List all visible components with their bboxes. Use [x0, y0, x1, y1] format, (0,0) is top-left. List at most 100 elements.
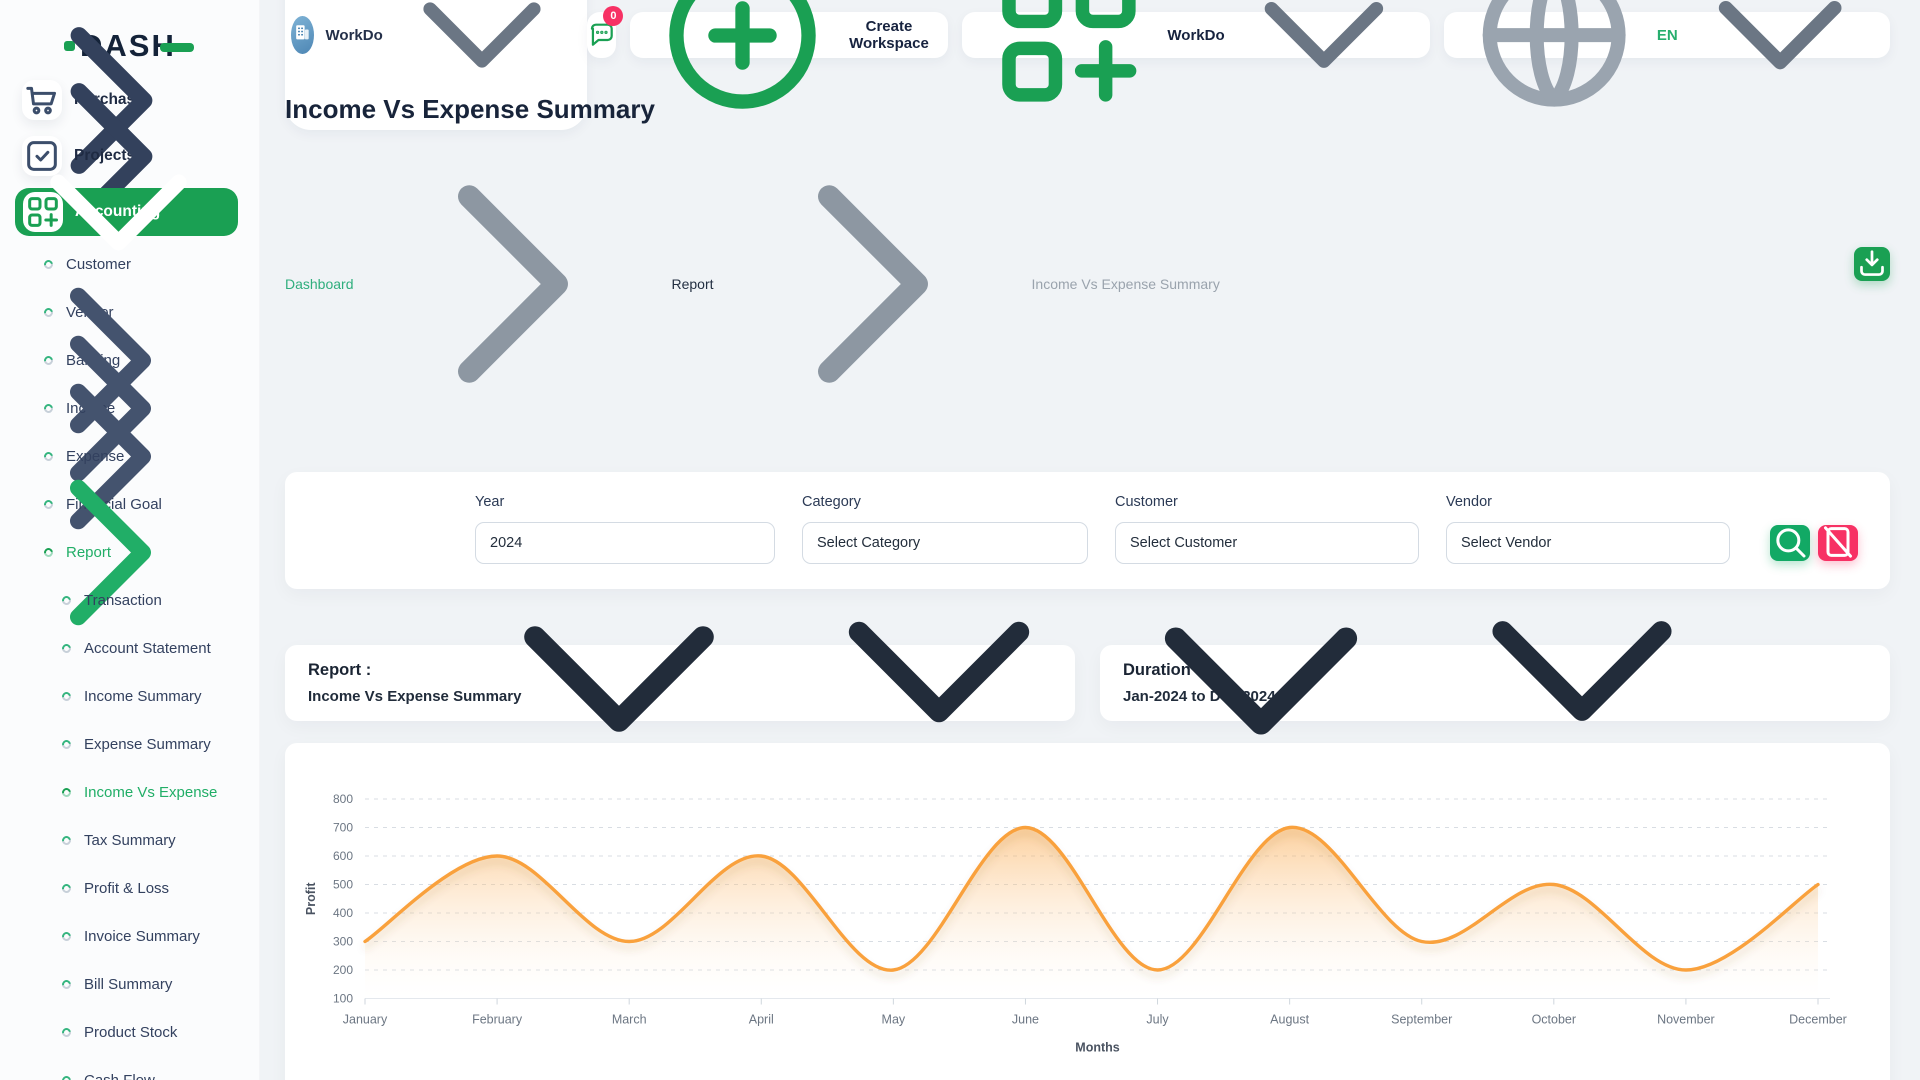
- sidebar-main-menu: PurchasesProjectsAccounting: [0, 72, 259, 236]
- language-selector[interactable]: EN: [1444, 12, 1890, 58]
- customer-select[interactable]: Select Customer: [1115, 522, 1419, 564]
- breadcrumb-dashboard[interactable]: Dashboard: [285, 276, 354, 292]
- svg-text:November: November: [1657, 1013, 1715, 1027]
- sidebar-item-label: Income Vs Expense: [84, 784, 217, 801]
- bullet-icon: [60, 690, 73, 703]
- sidebar-item-tax-summary[interactable]: Tax Summary: [0, 816, 259, 864]
- sidebar-item-report[interactable]: Report: [0, 528, 259, 576]
- svg-text:200: 200: [333, 963, 353, 977]
- sidebar-item-profit-loss[interactable]: Profit & Loss: [0, 864, 259, 912]
- reset-filter-button[interactable]: [1818, 525, 1858, 561]
- filter-buttons: [1770, 525, 1858, 561]
- breadcrumb-report[interactable]: Report: [672, 276, 714, 292]
- svg-text:400: 400: [333, 906, 353, 920]
- globe-icon: [1461, 0, 1647, 128]
- search-icon: [1770, 522, 1810, 565]
- duration-card-title: Duration :: [1123, 661, 1867, 680]
- svg-text:500: 500: [333, 878, 353, 892]
- sidebar-item-transaction[interactable]: Transaction: [0, 576, 259, 624]
- filter-field-category: CategorySelect Category: [802, 494, 1088, 564]
- sidebar-item-invoice-summary[interactable]: Invoice Summary: [0, 912, 259, 960]
- messages-badge: 0: [603, 6, 623, 26]
- svg-text:October: October: [1532, 1013, 1576, 1027]
- breadcrumb-separator-icon: [363, 134, 663, 434]
- sidebar-item-income-summary[interactable]: Income Summary: [0, 672, 259, 720]
- vendor-select[interactable]: Select Vendor: [1446, 522, 1730, 564]
- profit-area-chart: 100 200 300 400 500 600 700 800 January February M…: [295, 771, 1880, 1080]
- topbar-actions: 0 Create Workspace WorkDo EN: [587, 12, 1890, 58]
- filter-label-year: Year: [475, 494, 775, 510]
- filter-field-year: Year 2024: [475, 494, 775, 564]
- main-content: WorkDo 0 Create Workspace WorkDo EN: [260, 0, 1920, 1080]
- bullet-icon: [60, 930, 73, 943]
- sidebar-item-accounting[interactable]: Accounting: [15, 188, 238, 236]
- svg-text:100: 100: [333, 992, 353, 1006]
- filter-field-vendor: VendorSelect Vendor: [1446, 494, 1730, 564]
- duration-card-value: Jan-2024 to Dec-2024: [1123, 688, 1867, 705]
- svg-text:700: 700: [333, 821, 353, 835]
- select-wrap: Select Customer: [1115, 522, 1419, 564]
- sidebar-item-income-vs-expense[interactable]: Income Vs Expense: [0, 768, 259, 816]
- breadcrumb: Dashboard Report Income Vs Expense Summa…: [285, 134, 1220, 434]
- report-card-value: Income Vs Expense Summary: [308, 688, 1052, 705]
- sidebar-item-label: Product Stock: [84, 1024, 177, 1041]
- workspace-menu-label: WorkDo: [1167, 27, 1224, 44]
- svg-text:Months: Months: [1075, 1041, 1119, 1055]
- sidebar-item-label: Profit & Loss: [84, 880, 169, 897]
- sidebar-item-label: Income Summary: [84, 688, 202, 705]
- summary-cards: Report : Income Vs Expense Summary Durat…: [285, 645, 1890, 721]
- sidebar-item-label: Cash Flow: [84, 1072, 155, 1080]
- svg-text:December: December: [1789, 1013, 1847, 1027]
- sidebar-item-label: Tax Summary: [84, 832, 176, 849]
- workspace-avatar: [291, 16, 314, 54]
- svg-text:January: January: [343, 1013, 388, 1027]
- topbar: WorkDo 0 Create Workspace WorkDo EN: [285, 0, 1890, 70]
- svg-text:July: July: [1146, 1013, 1169, 1027]
- page-title: Income Vs Expense Summary: [285, 94, 1220, 125]
- sidebar-item-label: Account Statement: [84, 640, 211, 657]
- workspace-menu-button[interactable]: WorkDo: [962, 12, 1431, 58]
- chevron-down-icon: [1687, 0, 1873, 128]
- apply-filter-button[interactable]: [1770, 525, 1810, 561]
- profit-chart-card: 100 200 300 400 500 600 700 800 January February M…: [285, 743, 1890, 1080]
- bullet-icon: [60, 738, 73, 751]
- language-label: EN: [1657, 27, 1678, 44]
- sidebar-item-account-statement[interactable]: Account Statement: [0, 624, 259, 672]
- sidebar-item-bill-summary[interactable]: Bill Summary: [0, 960, 259, 1008]
- select-wrap: Select Category: [802, 522, 1088, 564]
- bullet-icon: [60, 882, 73, 895]
- building-icon: [291, 21, 314, 49]
- chevron-down-icon: [1234, 0, 1414, 125]
- svg-text:May: May: [882, 1013, 906, 1027]
- svg-text:300: 300: [333, 935, 353, 949]
- svg-text:600: 600: [333, 849, 353, 863]
- messages-button[interactable]: 0: [587, 12, 617, 58]
- svg-text:800: 800: [333, 792, 353, 806]
- bullet-icon: [60, 594, 73, 607]
- duration-card: Duration : Jan-2024 to Dec-2024: [1100, 645, 1890, 721]
- filter-panel: Year2024CategorySelect CategoryCustomerS…: [285, 472, 1890, 589]
- svg-text:June: June: [1012, 1013, 1039, 1027]
- sidebar: DASH PurchasesProjectsAccounting Custome…: [0, 0, 260, 1080]
- sidebar-item-cash-flow[interactable]: Cash Flow: [0, 1056, 259, 1080]
- breadcrumb-current: Income Vs Expense Summary: [1032, 276, 1220, 292]
- year-select[interactable]: 2024: [475, 522, 775, 564]
- clear-filter-icon: [1818, 522, 1858, 565]
- svg-text:March: March: [612, 1013, 647, 1027]
- sidebar-item-label: Bill Summary: [84, 976, 172, 993]
- breadcrumb-separator-icon: [723, 134, 1023, 434]
- workspace-name: WorkDo: [326, 27, 383, 44]
- download-report-button[interactable]: [1854, 247, 1890, 281]
- svg-text:February: February: [472, 1013, 523, 1027]
- page-header: Income Vs Expense Summary Dashboard Repo…: [285, 94, 1890, 434]
- create-workspace-button[interactable]: Create Workspace: [630, 12, 947, 58]
- sidebar-accounting-submenu: CustomerVendorBankingIncomeExpenseFinanc…: [0, 240, 259, 576]
- bullet-icon: [60, 786, 73, 799]
- report-card-title: Report :: [308, 661, 1052, 680]
- sidebar-item-expense-summary[interactable]: Expense Summary: [0, 720, 259, 768]
- bullet-icon: [60, 642, 73, 655]
- category-select[interactable]: Select Category: [802, 522, 1088, 564]
- sidebar-item-product-stock[interactable]: Product Stock: [0, 1008, 259, 1056]
- sidebar-item-label: Transaction: [84, 592, 162, 609]
- sidebar-item-label: Expense Summary: [84, 736, 211, 753]
